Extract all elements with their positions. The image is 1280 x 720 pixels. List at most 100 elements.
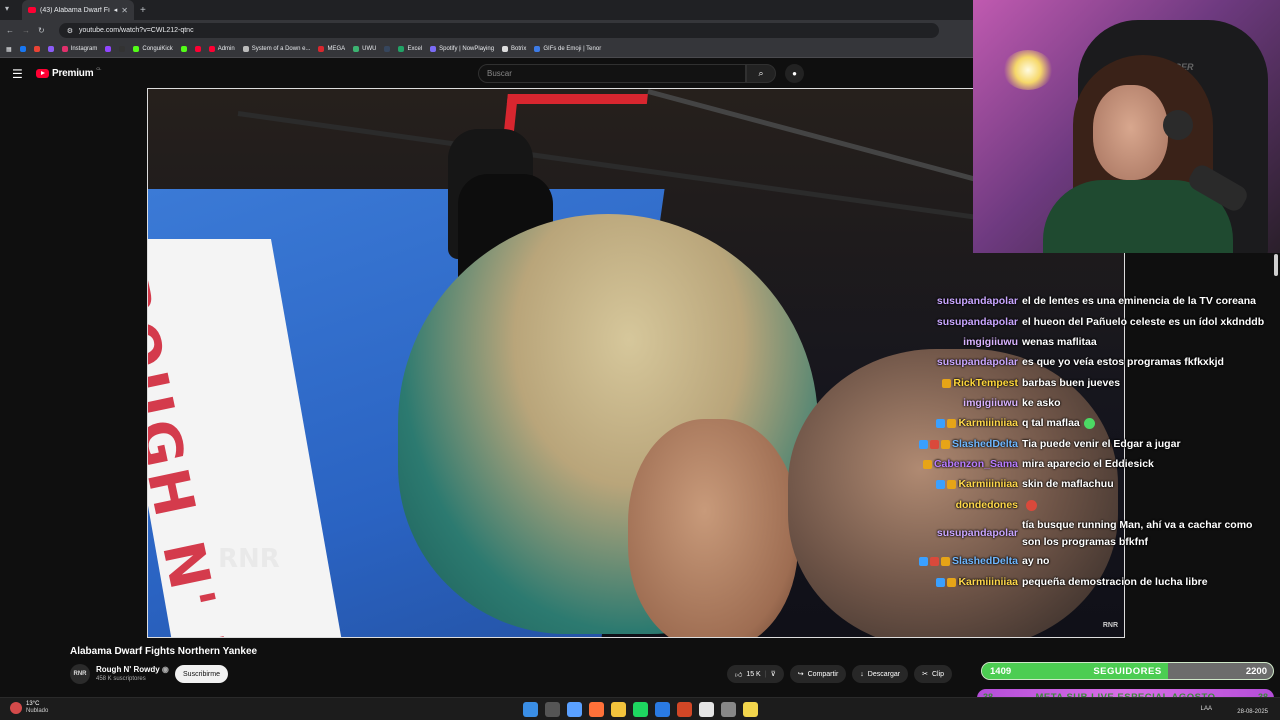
logo-country: CL <box>96 66 102 71</box>
bookmark-mega[interactable]: MEGA <box>318 46 345 52</box>
bookmark-facebook[interactable] <box>19 46 26 52</box>
search-button[interactable]: ⌕ <box>746 64 776 83</box>
chat-badge-icon <box>936 479 946 489</box>
chat-username-text: Cabenzon_Sama <box>933 458 1018 470</box>
share-button[interactable]: ↪ Compartir <box>789 665 847 683</box>
chat-text-content: ay no <box>1022 555 1050 567</box>
chat-username-text: imgigiiuwu <box>963 397 1018 409</box>
download-button[interactable]: ↓ Descargar <box>852 665 909 683</box>
search-input[interactable]: Buscar <box>478 64 746 83</box>
bookmark-tumblr[interactable] <box>384 46 391 52</box>
youtube-logo[interactable]: Premium CL <box>36 66 102 79</box>
like-button[interactable]: 👍︎ 15 K | ⊽ <box>727 665 784 683</box>
url-field[interactable]: ⚙ youtube.com/watch?v=CWL212-qtnc <box>58 23 939 38</box>
bookmark-blank[interactable] <box>119 46 126 52</box>
settings-icon[interactable] <box>721 702 736 717</box>
chat-badge-icon <box>947 418 957 428</box>
chat-username[interactable]: SlashedDelta <box>914 553 1022 570</box>
menu-icon[interactable]: ☰ <box>12 67 23 81</box>
thumbs-down-icon[interactable]: ⊽ <box>771 670 776 678</box>
chat-message: susupandapolar es que yo veía estos progr… <box>914 354 1274 371</box>
chat-username[interactable]: imgigiiuwu <box>914 395 1022 412</box>
chat-text-content: pequeña demostracion de lucha libre <box>1022 576 1208 588</box>
chat-text-content: el hueon del Pañuelo celeste es un ídol … <box>1022 316 1265 328</box>
bookmark-soad[interactable]: System of a Down e... <box>242 46 310 52</box>
chat-username[interactable]: susupandapolar <box>914 517 1022 550</box>
chat-scrollbar[interactable] <box>1274 254 1278 276</box>
chrome-icon[interactable] <box>699 702 714 717</box>
bookmark-kick[interactable] <box>180 46 187 52</box>
notes-icon[interactable] <box>743 702 758 717</box>
windows-icon[interactable] <box>523 702 538 717</box>
bookmark-messenger[interactable] <box>47 46 54 52</box>
bookmark-uwu[interactable]: UWU <box>353 46 376 52</box>
voice-search-button[interactable]: ● <box>785 64 804 83</box>
subscribe-button[interactable]: Suscribirme <box>175 665 228 683</box>
steam-icon[interactable] <box>655 702 670 717</box>
chat-username[interactable]: Cabenzon_Sama <box>914 456 1022 473</box>
chat-text-content: el de lentes es una eminencia de la TV c… <box>1022 295 1257 307</box>
bookmark-tenor[interactable]: GIFs de Emoji | Tenor <box>534 46 601 52</box>
tumblr-icon <box>384 46 391 52</box>
firefox-icon[interactable] <box>589 702 604 717</box>
goal-label: SEGUIDORES <box>1093 666 1162 677</box>
chat-username-text: susupandapolar <box>936 356 1018 368</box>
bookmark-botrix[interactable]: Botrix <box>502 46 526 52</box>
new-tab-button[interactable]: + <box>140 5 146 16</box>
chat-username[interactable]: susupandapolar <box>914 314 1022 331</box>
chat-username[interactable]: dondedones <box>914 497 1022 514</box>
close-tab-icon[interactable]: ✕ <box>121 6 128 15</box>
powerpoint-icon[interactable] <box>677 702 692 717</box>
channel-name[interactable]: Rough N' Rowdy ◉ <box>96 665 169 674</box>
copilot-icon[interactable] <box>567 702 582 717</box>
forward-icon[interactable]: → <box>22 26 30 35</box>
chat-text: barbas buen jueves <box>1022 375 1274 392</box>
reload-icon[interactable]: ↻ <box>38 26 45 35</box>
chat-username[interactable]: Karmiiiniiaa <box>914 574 1022 591</box>
apps-icon[interactable]: ▦ <box>6 46 12 53</box>
kick-icon <box>133 46 140 52</box>
chat-badge-icon <box>930 439 940 449</box>
chat-username[interactable]: Karmiiiniiaa <box>914 476 1022 493</box>
chat-username[interactable]: RickTempest <box>914 375 1022 392</box>
weather-widget[interactable]: 13°C Nublado <box>10 701 48 715</box>
chat-username-text: Karmiiiniiaa <box>958 478 1018 490</box>
clip-button[interactable]: ✂ Clip <box>914 665 953 683</box>
language-indicator[interactable]: LAA <box>1201 706 1212 712</box>
bookmark-twitch[interactable] <box>105 46 112 52</box>
site-info-icon[interactable]: ⚙ <box>67 27 73 35</box>
bookmark-excel[interactable]: Excel <box>398 46 422 52</box>
bookmark-gmail[interactable] <box>33 46 40 52</box>
taskview-icon[interactable] <box>545 702 560 717</box>
channel-avatar[interactable]: RNR <box>70 664 90 684</box>
video-watermark: RNR <box>218 544 280 574</box>
logo-text: Premium <box>52 68 94 79</box>
folder-icon[interactable] <box>611 702 626 717</box>
chat-username[interactable]: Karmiiiniiaa <box>914 415 1022 432</box>
bookmark-conguikick[interactable]: ConguiKick <box>133 46 173 52</box>
chat-username-text: SlashedDelta <box>952 438 1018 450</box>
chat-username[interactable]: imgigiiuwu <box>914 334 1022 351</box>
tab-search-icon[interactable]: ▾ <box>5 4 9 13</box>
bookmark-spotify[interactable]: Spotify | NowPlaying <box>430 46 494 52</box>
system-clock[interactable]: 28-08-2025 <box>1237 702 1268 715</box>
chat-username[interactable]: SlashedDelta <box>914 436 1022 453</box>
spotify-icon[interactable] <box>633 702 648 717</box>
address-bar-row: ← → ↻ ⚙ youtube.com/watch?v=CWL212-qtnc <box>0 20 973 41</box>
chat-text: skin de maflachuu <box>1022 476 1274 493</box>
chat-username[interactable]: susupandapolar <box>914 354 1022 371</box>
chat-overlay: susupandapolar el de lentes es una eminen… <box>914 270 1274 600</box>
bookmark-admin[interactable]: Admin <box>208 46 235 52</box>
bookmark-youtube[interactable] <box>194 46 201 52</box>
chat-text: el hueon del Pañuelo celeste es un ídol … <box>1022 314 1274 331</box>
bookmark-instagram[interactable]: Instagram <box>61 46 97 52</box>
chat-text-content: mira aparecio el Eddiesick <box>1022 458 1154 470</box>
back-icon[interactable]: ← <box>6 26 14 35</box>
chat-username[interactable]: susupandapolar <box>914 293 1022 310</box>
chat-message: SlashedDelta Tia puede venir el Edgar a j… <box>914 436 1274 453</box>
chat-text: Tia puede venir el Edgar a jugar <box>1022 436 1274 453</box>
clock-date: 28-08-2025 <box>1237 709 1268 715</box>
tab-active[interactable]: (43) Alabama Dwarf Fights ◂ ✕ <box>22 0 134 20</box>
speaker-icon[interactable]: ◂ <box>114 6 118 14</box>
chat-message: susupandapolar el hueon del Pañuelo celes… <box>914 314 1274 331</box>
